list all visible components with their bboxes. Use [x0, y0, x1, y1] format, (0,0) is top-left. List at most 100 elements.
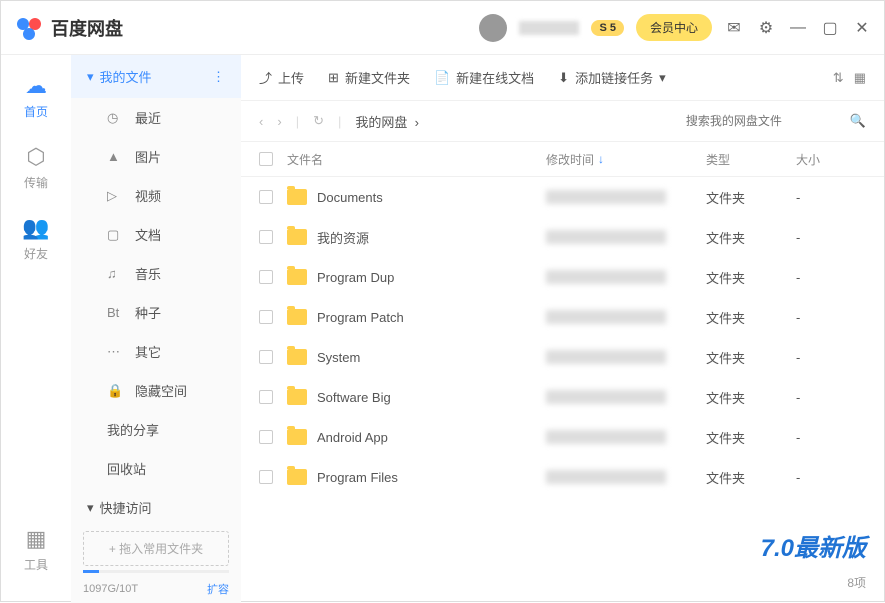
add-link-button[interactable]: ⬇添加链接任务▾ [558, 68, 665, 87]
leftbar-item-好友[interactable]: 👥好友 [22, 215, 49, 262]
new-doc-button[interactable]: 📄新建在线文档 [434, 68, 534, 87]
file-row[interactable]: Documents文件夹- [241, 177, 884, 217]
leftbar-item-首页[interactable]: ☁ 首页 [24, 73, 48, 120]
storage-footer: 1097G/10T 扩容 [71, 575, 241, 603]
download-icon: ⬇ [558, 70, 569, 86]
more-icon[interactable]: ⋮ [212, 69, 225, 85]
new-folder-button[interactable]: ⊞新建文件夹 [328, 68, 410, 87]
folder-icon [287, 269, 307, 285]
vip-center-button[interactable]: 会员中心 [636, 14, 712, 41]
file-row[interactable]: Android App文件夹- [241, 417, 884, 457]
grid-view-icon[interactable]: ▦ [854, 70, 866, 86]
file-type: 文件夹 [706, 348, 796, 367]
time-blur [546, 470, 666, 484]
maximize-button[interactable]: ▢ [820, 18, 840, 38]
category-icon: ♫ [107, 266, 123, 281]
row-checkbox[interactable] [259, 430, 273, 444]
file-row[interactable]: 我的资源文件夹- [241, 217, 884, 257]
file-name: Program Dup [317, 270, 394, 285]
logo-icon [13, 12, 45, 44]
nav-icon: 👥 [22, 215, 49, 241]
row-checkbox[interactable] [259, 270, 273, 284]
file-size: - [796, 190, 866, 205]
sort-icon[interactable]: ⇅ [833, 70, 844, 86]
nav-icon: ⬡ [26, 144, 45, 170]
chevron-down-icon: ▾ [87, 69, 94, 85]
nav-icon: ☁ [25, 73, 47, 99]
sidebar-item[interactable]: ♫ 音乐 [71, 254, 241, 293]
file-row[interactable]: Software Big文件夹- [241, 377, 884, 417]
expand-storage-button[interactable]: 扩容 [207, 581, 229, 597]
sidebar-item[interactable]: ⋯其它 [71, 332, 241, 371]
col-name[interactable]: 文件名 [287, 151, 546, 168]
file-size: - [796, 310, 866, 325]
file-row[interactable]: Program Dup文件夹- [241, 257, 884, 297]
file-name: Documents [317, 190, 383, 205]
upload-button[interactable]: ⤴上传 [259, 68, 304, 87]
category-icon: Bt [107, 305, 123, 320]
col-time[interactable]: 修改时间↓ [546, 151, 706, 168]
row-checkbox[interactable] [259, 350, 273, 364]
file-size: - [796, 430, 866, 445]
category-icon: ▢ [107, 227, 123, 243]
col-size[interactable]: 大小 [796, 151, 866, 168]
file-row[interactable]: Program Patch文件夹- [241, 297, 884, 337]
nav-label: 首页 [24, 103, 48, 120]
drag-folder-hint[interactable]: + 拖入常用文件夹 [83, 531, 229, 566]
folder-plus-icon: ⊞ [328, 70, 339, 86]
folder-icon [287, 389, 307, 405]
sidebar-item[interactable]: ▲图片 [71, 137, 241, 176]
category-icon: ◷ [107, 110, 123, 126]
folder-icon [287, 349, 307, 365]
sidebar-header-my-files[interactable]: ▾ 我的文件 ⋮ [71, 55, 241, 98]
sidebar-link[interactable]: 我的分享 [71, 410, 241, 449]
sidebar-quick-access[interactable]: ▾ 快捷访问 [71, 488, 241, 527]
time-blur [546, 230, 666, 244]
col-type[interactable]: 类型 [706, 151, 796, 168]
chevron-down-icon: ▾ [87, 500, 94, 516]
forward-button[interactable]: › [277, 114, 281, 129]
file-row[interactable]: System文件夹- [241, 337, 884, 377]
row-checkbox[interactable] [259, 470, 273, 484]
row-checkbox[interactable] [259, 190, 273, 204]
search-input[interactable] [686, 114, 836, 128]
search-icon[interactable]: 🔍 [850, 113, 866, 129]
sidebar-item-label: 文档 [135, 225, 161, 244]
mail-icon[interactable]: ✉ [724, 18, 744, 38]
breadcrumb[interactable]: 我的网盘 › [355, 112, 419, 131]
sidebar-item[interactable]: ▷视频 [71, 176, 241, 215]
doc-icon: 📄 [434, 70, 450, 86]
leftbar-item-tools[interactable]: ▦工具 [24, 526, 48, 573]
folder-icon [287, 189, 307, 205]
category-icon: ▷ [107, 188, 123, 204]
sidebar-item[interactable]: ◷最近 [71, 98, 241, 137]
content-area: ⤴上传 ⊞新建文件夹 📄新建在线文档 ⬇添加链接任务▾ ⇅ ▦ ‹ › | ↻ … [241, 55, 884, 603]
user-avatar[interactable] [479, 14, 507, 42]
row-checkbox[interactable] [259, 230, 273, 244]
file-name: Program Files [317, 470, 398, 485]
file-size: - [796, 350, 866, 365]
select-all-checkbox[interactable] [259, 152, 273, 166]
file-type: 文件夹 [706, 388, 796, 407]
left-nav: ☁ 首页 ⬡传输 👥好友 ▦工具 [1, 55, 71, 603]
refresh-button[interactable]: ↻ [313, 113, 324, 129]
sidebar-item[interactable]: ▢ 文档 [71, 215, 241, 254]
time-blur [546, 270, 666, 284]
toolbar: ⤴上传 ⊞新建文件夹 📄新建在线文档 ⬇添加链接任务▾ ⇅ ▦ [241, 55, 884, 101]
close-button[interactable]: ✕ [852, 18, 872, 38]
svip-badge: S 5 [591, 20, 624, 36]
sidebar-link[interactable]: 回收站 [71, 449, 241, 488]
minimize-button[interactable]: — [788, 19, 808, 37]
storage-text: 1097G/10T [83, 583, 138, 595]
category-icon: ⋯ [107, 344, 123, 360]
leftbar-item-传输[interactable]: ⬡传输 [24, 144, 48, 191]
sidebar-item-label: 音乐 [135, 264, 161, 283]
settings-icon[interactable]: ⚙ [756, 18, 776, 38]
sidebar-item[interactable]: Bt种子 [71, 293, 241, 332]
row-checkbox[interactable] [259, 390, 273, 404]
back-button[interactable]: ‹ [259, 114, 263, 129]
row-checkbox[interactable] [259, 310, 273, 324]
sidebar-item[interactable]: 🔒隐藏空间 [71, 371, 241, 410]
file-row[interactable]: Program Files文件夹- [241, 457, 884, 497]
time-blur [546, 190, 666, 204]
